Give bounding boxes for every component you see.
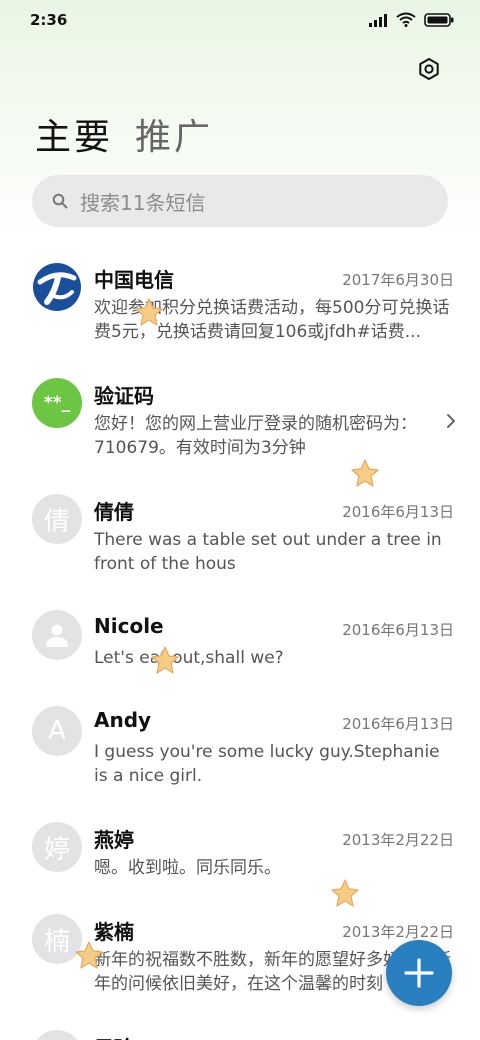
message-date: 2016年6月13日 — [342, 503, 454, 521]
search-icon — [52, 193, 68, 209]
message-preview: I guess you're some lucky guy.Stephanie … — [94, 742, 440, 786]
sender-name: 燕婷 — [94, 828, 134, 852]
conversation-item[interactable]: **_ 验证码 您好！您的网上营业厅登录的随机密码为：710679。有效时间为3… — [0, 364, 480, 474]
china-telecom-logo-icon — [33, 263, 81, 311]
star-sticker-icon — [351, 459, 379, 487]
status-bar: 2:36 — [0, 0, 480, 40]
tab-promotions[interactable]: 推广 — [135, 108, 213, 160]
star-sticker-icon — [151, 646, 179, 674]
tab-primary[interactable]: 主要 — [35, 108, 113, 160]
avatar: 倩 — [32, 494, 82, 544]
avatar — [32, 610, 82, 660]
avatar-text: 楠 — [43, 926, 70, 957]
avatar-text: 婷 — [43, 834, 70, 865]
avatar-text: **_ — [43, 393, 71, 413]
avatar: **_ — [32, 378, 82, 428]
sender-name: Nicole — [94, 614, 164, 638]
conversation-item[interactable]: 倩 倩倩 2016年6月13日 There was a table set ou… — [0, 480, 480, 590]
settings-icon — [419, 58, 439, 80]
avatar: A — [32, 706, 82, 756]
message-preview: 您好！您的网上营业厅登录的随机密码为：710679。有效时间为3分钟 — [94, 414, 417, 458]
avatar-text: 玲 — [44, 1037, 70, 1040]
plus-icon — [404, 958, 434, 988]
status-icons — [368, 12, 454, 27]
message-preview: There was a table set out under a tree i… — [94, 530, 442, 574]
sender-name: 子玲 — [94, 1032, 134, 1040]
person-icon — [46, 624, 68, 647]
message-date: 2016年6月13日 — [342, 715, 454, 733]
conversation-item[interactable]: 中国电信 2017年6月30日 欢迎参加积分兑换话费活动，每500分可兑换话费5… — [0, 248, 480, 358]
sender-name: 倩倩 — [94, 500, 134, 524]
wifi-icon — [396, 12, 416, 27]
sender-name: Andy — [94, 708, 152, 732]
settings-button[interactable] — [416, 56, 442, 82]
conversation-item[interactable]: 婷 燕婷 2013年2月22日 嗯。收到啦。同乐同乐。 — [0, 808, 480, 898]
signal-icon — [369, 13, 387, 27]
star-sticker-icon — [331, 879, 359, 907]
message-preview: Let's eat out,shall we? — [94, 648, 284, 668]
message-date: 2013年2月22日 — [342, 831, 454, 849]
tab-bar: 主要 推广 — [35, 108, 213, 160]
conversation-item[interactable]: 玲 子玲 — [0, 1018, 480, 1040]
avatar — [32, 262, 82, 312]
message-date: 2013年2月22日 — [342, 923, 454, 941]
sender-name: 中国电信 — [94, 268, 174, 292]
avatar-text: A — [48, 716, 66, 746]
message-preview: 嗯。收到啦。同乐同乐。 — [94, 858, 281, 878]
status-time: 2:36 — [30, 11, 68, 29]
conversation-item[interactable]: Nicole 2016年6月13日 Let's eat out,shall we… — [0, 596, 480, 686]
avatar: 婷 — [32, 822, 82, 872]
star-sticker-icon — [75, 941, 103, 969]
search-input[interactable]: 搜索11条短信 — [32, 175, 448, 227]
battery-icon — [424, 12, 454, 27]
new-message-button[interactable] — [386, 940, 452, 1006]
avatar: 玲 — [32, 1030, 82, 1040]
chevron-right-icon[interactable] — [446, 413, 456, 429]
star-sticker-icon — [135, 298, 163, 326]
avatar-text: 倩 — [43, 506, 70, 537]
conversation-item[interactable]: A Andy 2016年6月13日 I guess you're some lu… — [0, 692, 480, 802]
search-placeholder: 搜索11条短信 — [80, 190, 206, 215]
sender-name: 验证码 — [94, 384, 154, 408]
message-date: 2016年6月13日 — [342, 621, 454, 639]
message-date: 2017年6月30日 — [342, 271, 454, 289]
